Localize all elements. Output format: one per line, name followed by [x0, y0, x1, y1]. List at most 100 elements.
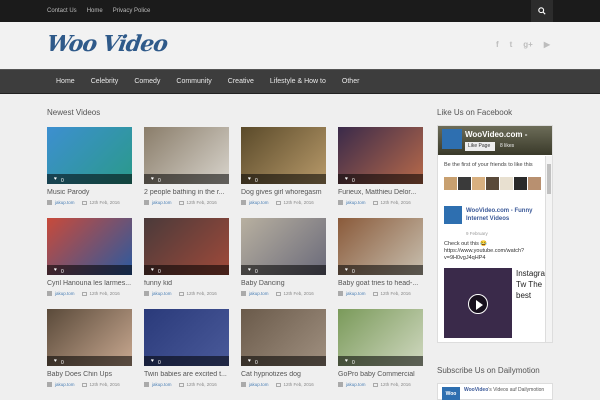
friend-avatar[interactable]	[458, 177, 471, 190]
facebook-friends-text: Be the first of your friends to like thi…	[444, 162, 533, 168]
video-author[interactable]: jakup.tom	[346, 382, 366, 387]
user-icon	[47, 200, 52, 205]
like-count: 0	[158, 269, 161, 275]
video-thumbnail[interactable]: ♥ 0	[47, 127, 132, 184]
video-card[interactable]: ♥ 0 Cyril Hanouna les larmes... jakup.tom 1…	[47, 218, 132, 296]
top-link-privacy[interactable]: Privacy Police	[113, 8, 151, 14]
like-page-button[interactable]: Like Page	[465, 142, 495, 151]
dailymotion-suffix: 's Videos auf Dailymotion	[488, 387, 545, 393]
video-thumbnail[interactable]: ♥ 0	[338, 309, 423, 366]
video-title[interactable]: Furieux, Matthieu Delor...	[338, 189, 423, 196]
video-card[interactable]: ♥ 0 Baby Does Chin Ups jakup.tom 12th Feb, …	[47, 309, 132, 387]
site-logo[interactable]: Woo Video	[45, 31, 169, 57]
friend-avatar[interactable]	[528, 177, 541, 190]
post-avatar[interactable]	[444, 206, 462, 224]
google-plus-icon[interactable]: g+	[523, 40, 533, 49]
video-thumbnail[interactable]: ♥ 0	[47, 309, 132, 366]
nav-item-comedy[interactable]: Comedy	[126, 70, 168, 94]
video-title[interactable]: Music Parody	[47, 189, 132, 196]
video-card[interactable]: ♥ 0 Cat hypnotizes dog jakup.tom 12th Feb, …	[241, 309, 326, 387]
video-thumbnail[interactable]: ♥ 0	[47, 218, 132, 275]
video-title[interactable]: 2 people bathing in the r...	[144, 189, 229, 196]
video-card[interactable]: ♥ 0 Baby Dancing jakup.tom 12th Feb, 2016	[241, 218, 326, 296]
nav-item-home[interactable]: Home	[47, 70, 83, 94]
nav-item-lifestyle[interactable]: Lifestyle & How to	[262, 70, 334, 94]
video-thumbnail[interactable]: ♥ 0	[144, 218, 229, 275]
video-author[interactable]: jakup.tom	[152, 382, 172, 387]
video-author[interactable]: jakup.tom	[55, 200, 75, 205]
video-thumbnail[interactable]: ♥ 0	[241, 127, 326, 184]
top-link-contact[interactable]: Contact Us	[47, 8, 77, 14]
dailymotion-text: WooVideo's Videos auf Dailymotion	[464, 387, 544, 393]
dailymotion-name[interactable]: WooVideo	[464, 387, 488, 393]
video-author[interactable]: jakup.tom	[152, 200, 172, 205]
video-meta: jakup.tom 12th Feb, 2016	[241, 291, 326, 296]
video-date: 12th Feb, 2016	[89, 291, 120, 296]
top-link-home[interactable]: Home	[87, 8, 103, 14]
friend-avatar[interactable]	[500, 177, 513, 190]
video-author[interactable]: jakup.tom	[249, 200, 269, 205]
nav-item-other[interactable]: Other	[334, 70, 368, 94]
video-thumbnail[interactable]: ♥ 0	[144, 127, 229, 184]
video-title[interactable]: Twin babies are excited t...	[144, 371, 229, 378]
video-thumbnail[interactable]: ♥ 0	[338, 127, 423, 184]
facebook-page-name[interactable]: WooVideo.com -	[465, 130, 527, 139]
video-thumbnail[interactable]: ♥ 0	[241, 309, 326, 366]
scrollbar-thumb[interactable]	[547, 164, 551, 194]
video-card[interactable]: ♥ 0 Baby goat tries to head-... jakup.tom 1…	[338, 218, 423, 296]
video-card[interactable]: ♥ 0 Music Parody jakup.tom 12th Feb, 2016	[47, 127, 132, 205]
search-button[interactable]	[531, 0, 553, 22]
video-author[interactable]: jakup.tom	[249, 382, 269, 387]
youtube-icon[interactable]: ▶	[544, 40, 550, 49]
video-title[interactable]: Baby Dancing	[241, 280, 326, 287]
friend-avatar[interactable]	[444, 177, 457, 190]
nav-item-celebrity[interactable]: Celebrity	[83, 70, 127, 94]
page-avatar[interactable]	[442, 129, 462, 149]
section-title-newest: Newest Videos	[47, 108, 101, 117]
calendar-icon	[178, 291, 184, 296]
friend-avatar[interactable]	[514, 177, 527, 190]
video-author[interactable]: jakup.tom	[152, 291, 172, 296]
video-title[interactable]: Cyril Hanouna les larmes...	[47, 280, 132, 287]
video-title[interactable]: Cat hypnotizes dog	[241, 371, 326, 378]
video-card[interactable]: ♥ 0 funny kid jakup.tom 12th Feb, 2016	[144, 218, 229, 296]
video-title[interactable]: Baby goat tries to head-...	[338, 280, 423, 287]
calendar-icon	[81, 382, 87, 387]
video-author[interactable]: jakup.tom	[249, 291, 269, 296]
heart-icon: ♥ 0	[345, 267, 355, 275]
video-title[interactable]: Dog gives girl whoregasm	[241, 189, 326, 196]
play-icon[interactable]	[468, 294, 488, 314]
twitter-icon[interactable]: t	[510, 40, 513, 49]
video-title[interactable]: funny kid	[144, 280, 229, 287]
friend-avatar[interactable]	[486, 177, 499, 190]
video-thumbnail[interactable]: ♥ 0	[241, 218, 326, 275]
friend-avatar[interactable]	[472, 177, 485, 190]
dailymotion-logo[interactable]: Woo	[442, 387, 460, 400]
widget-scrollbar[interactable]	[545, 156, 552, 342]
video-card[interactable]: ♥ 0 GoPro baby Commercial jakup.tom 12th Fe…	[338, 309, 423, 387]
video-title[interactable]: Baby Does Chin Ups	[47, 371, 132, 378]
section-title-dailymotion: Subscribe Us on Dailymotion	[437, 366, 540, 375]
post-video[interactable]	[444, 268, 512, 338]
video-author[interactable]: jakup.tom	[55, 382, 75, 387]
video-card[interactable]: ♥ 0 Twin babies are excited t... jakup.tom…	[144, 309, 229, 387]
video-author[interactable]: jakup.tom	[346, 291, 366, 296]
calendar-icon	[372, 291, 378, 296]
video-date: 12th Feb, 2016	[380, 200, 411, 205]
heart-icon: ♥ 0	[248, 358, 258, 366]
video-thumbnail[interactable]: ♥ 0	[144, 309, 229, 366]
video-author[interactable]: jakup.tom	[55, 291, 75, 296]
nav-item-community[interactable]: Community	[168, 70, 219, 94]
video-date: 12th Feb, 2016	[186, 382, 217, 387]
video-title[interactable]: GoPro baby Commercial	[338, 371, 423, 378]
video-card[interactable]: ♥ 0 Dog gives girl whoregasm jakup.tom 12th…	[241, 127, 326, 205]
video-card[interactable]: ♥ 0 2 people bathing in the r... jakup.tom…	[144, 127, 229, 205]
video-author[interactable]: jakup.tom	[346, 200, 366, 205]
post-page-name[interactable]: WooVideo.com - Funny Internet Videos	[466, 207, 546, 223]
video-thumbnail[interactable]: ♥ 0	[338, 218, 423, 275]
top-links: Contact Us Home Privacy Police	[47, 0, 150, 22]
nav-item-creative[interactable]: Creative	[220, 70, 262, 94]
video-date: 12th Feb, 2016	[89, 200, 120, 205]
facebook-icon[interactable]: f	[496, 40, 499, 49]
video-card[interactable]: ♥ 0 Furieux, Matthieu Delor... jakup.tom 12…	[338, 127, 423, 205]
